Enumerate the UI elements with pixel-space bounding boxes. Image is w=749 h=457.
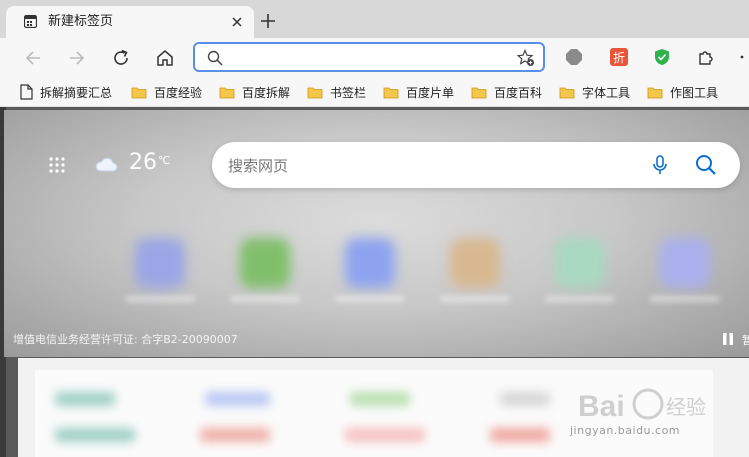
blurred-feed-item	[490, 428, 550, 442]
folder-icon	[307, 87, 323, 98]
blurred-feed-item	[205, 392, 270, 406]
bookmark-folder[interactable]: 作图工具	[647, 82, 718, 102]
blurred-feed-item	[55, 392, 115, 406]
bookmark-item[interactable]: 拆解摘要汇总	[20, 82, 112, 102]
folder-icon	[471, 87, 487, 98]
bookmark-folder[interactable]: 书签栏	[307, 82, 366, 102]
pause-icon[interactable]	[722, 333, 734, 345]
home-icon[interactable]	[154, 47, 176, 69]
bookmark-label: 百度片单	[406, 85, 455, 100]
tab-bar: 新建标签页	[0, 0, 749, 38]
blurred-feed-item	[55, 428, 135, 442]
bookmark-label: 百度经验	[154, 85, 203, 100]
back-arrow-icon[interactable]	[22, 47, 44, 69]
bookmark-folder[interactable]: 百度百科	[471, 82, 542, 102]
shield-green-icon[interactable]	[653, 48, 671, 66]
bookmarks-bar: 拆解摘要汇总 百度经验 百度拆解 书签栏 百度片单 百度百科 字体工具 作图工具	[0, 78, 749, 107]
pause-label[interactable]: 暂	[742, 332, 749, 348]
more-menu-icon[interactable]	[738, 48, 749, 66]
quick-link-tile[interactable]	[450, 238, 500, 288]
search-icon	[207, 50, 223, 66]
tab-new-tab[interactable]: 新建标签页	[6, 6, 254, 38]
quick-link-tile[interactable]	[555, 238, 605, 288]
puzzle-icon[interactable]	[697, 48, 715, 66]
watermark-url: jingyan.baidu.com	[570, 424, 681, 437]
search-placeholder: 搜索网页	[228, 157, 289, 175]
quick-link-tile[interactable]	[660, 238, 710, 288]
blurred-feed-item	[345, 428, 425, 442]
refresh-icon[interactable]	[110, 47, 132, 69]
tab-title: 新建标签页	[48, 14, 114, 29]
quick-link-label	[335, 296, 405, 302]
bookmark-folder[interactable]: 百度片单	[383, 82, 454, 102]
page-icon	[20, 84, 33, 100]
close-tab-icon[interactable]	[229, 14, 245, 30]
quick-link-label	[650, 296, 720, 302]
quick-link-tile[interactable]	[135, 238, 185, 288]
discount-label: 折	[613, 50, 625, 65]
quick-link-tile[interactable]	[345, 238, 395, 288]
cloud-icon[interactable]	[94, 155, 118, 173]
bookmark-folder[interactable]: 百度拆解	[219, 82, 290, 102]
blurred-feed-item	[500, 392, 550, 406]
app-launcher-grid-icon[interactable]	[48, 156, 66, 174]
bookmark-label: 拆解摘要汇总	[40, 85, 113, 100]
bookmark-label: 百度拆解	[242, 85, 291, 100]
quick-link-label	[230, 296, 300, 302]
svg-text:经验: 经验	[666, 395, 706, 419]
forward-arrow-icon[interactable]	[66, 47, 88, 69]
folder-icon	[383, 87, 399, 98]
quick-link-label	[440, 296, 510, 302]
address-bar[interactable]	[193, 42, 545, 72]
bookmark-label: 作图工具	[670, 85, 719, 100]
bookmark-label: 字体工具	[582, 85, 631, 100]
blurred-feed-item	[350, 392, 410, 406]
web-search-box[interactable]: 搜索网页	[212, 142, 740, 188]
bookmark-folder[interactable]: 字体工具	[559, 82, 630, 102]
quick-link-tile[interactable]	[240, 238, 290, 288]
microphone-icon[interactable]	[649, 154, 671, 176]
temperature-unit: ℃	[158, 154, 171, 167]
blurred-feed-item	[200, 428, 270, 442]
folder-icon	[647, 87, 663, 98]
new-tab-page-icon	[24, 15, 37, 28]
bookmark-label: 书签栏	[330, 85, 367, 100]
bookmark-folder[interactable]: 百度经验	[131, 82, 202, 102]
quick-link-label	[545, 296, 615, 302]
svg-text:Bai: Bai	[578, 390, 625, 423]
license-text[interactable]: 增值电信业务经营许可证: 合字B2-20090007	[13, 331, 238, 347]
quick-link-label	[125, 296, 195, 302]
bookmark-label: 百度百科	[494, 85, 543, 100]
add-favorite-star-icon[interactable]	[517, 49, 535, 67]
temperature-value[interactable]: 26	[129, 150, 157, 175]
search-icon[interactable]	[694, 153, 718, 177]
new-tab-plus-icon[interactable]	[259, 12, 277, 30]
folder-icon	[559, 87, 575, 98]
discount-icon[interactable]: 折	[610, 48, 628, 66]
folder-icon	[219, 87, 235, 98]
folder-icon	[131, 87, 147, 98]
shield-gray-icon[interactable]	[565, 48, 583, 66]
